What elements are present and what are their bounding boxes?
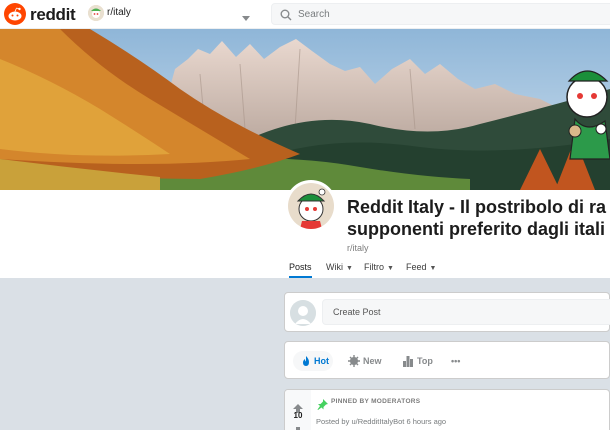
chevron-down-icon: ▼ (429, 265, 437, 272)
subreddit-name: r/italy (347, 243, 369, 253)
vote-count: 10 (293, 411, 303, 420)
more-options-button[interactable]: ••• (445, 351, 467, 371)
post-card[interactable]: 10 PINNED BY MODERATORS Posted by u/Redd… (284, 389, 610, 430)
reddit-wordmark[interactable]: reddit (30, 5, 76, 25)
sort-top-label: Top (417, 356, 433, 366)
chevron-down-icon: ▼ (387, 265, 394, 272)
sort-top-button[interactable]: Top (395, 351, 435, 371)
community-switcher[interactable]: r/italy (86, 3, 256, 25)
community-switcher-label: r/italy (107, 7, 131, 18)
top-navigation-bar: reddit r/italy (0, 0, 610, 29)
reddit-logo-icon[interactable] (4, 3, 26, 25)
search-icon (280, 8, 292, 26)
tab-wiki-label: Wiki (326, 262, 343, 272)
chevron-down-icon (242, 9, 250, 27)
search-input[interactable] (298, 6, 598, 22)
subreddit-banner (0, 29, 610, 190)
post-meta[interactable]: Posted by u/RedditItalyBot 6 hours ago (316, 417, 446, 426)
vote-column: 10 (285, 390, 311, 430)
pinned-label: PINNED BY MODERATORS (331, 398, 421, 405)
tab-feed[interactable]: Feed ▼ (406, 262, 436, 272)
pin-icon (317, 397, 328, 415)
community-avatar (88, 5, 104, 21)
sort-hot-button[interactable]: Hot (293, 351, 333, 371)
tab-feed-label: Feed (406, 262, 427, 272)
tab-wiki[interactable]: Wiki ▼ (326, 262, 353, 272)
sparkle-icon (348, 355, 360, 367)
tab-posts-label: Posts (289, 262, 312, 272)
create-post-input[interactable] (322, 299, 610, 325)
sort-bar: Hot New Top ••• (284, 341, 610, 379)
user-avatar[interactable] (290, 300, 316, 326)
tab-filtro[interactable]: Filtro ▼ (364, 262, 394, 272)
tab-filtro-label: Filtro (364, 262, 384, 272)
subreddit-avatar (285, 180, 337, 232)
more-icon: ••• (451, 356, 461, 366)
subreddit-title: Reddit Italy - Il postribolo di ra suppo… (347, 196, 610, 240)
chevron-down-icon: ▼ (346, 265, 353, 272)
bars-icon (403, 356, 413, 367)
sort-new-button[interactable]: New (341, 351, 385, 371)
create-post-card (284, 292, 610, 332)
subreddit-title-line-1: Reddit Italy - Il postribolo di ra (347, 197, 607, 217)
search-box[interactable] (271, 3, 610, 25)
sort-hot-label: Hot (314, 356, 329, 366)
sort-new-label: New (363, 356, 382, 366)
flame-icon (303, 356, 309, 366)
downvote-icon[interactable] (293, 423, 303, 430)
subreddit-title-line-2: supponenti preferito dagli itali (347, 219, 606, 239)
tab-posts[interactable]: Posts (289, 262, 312, 278)
